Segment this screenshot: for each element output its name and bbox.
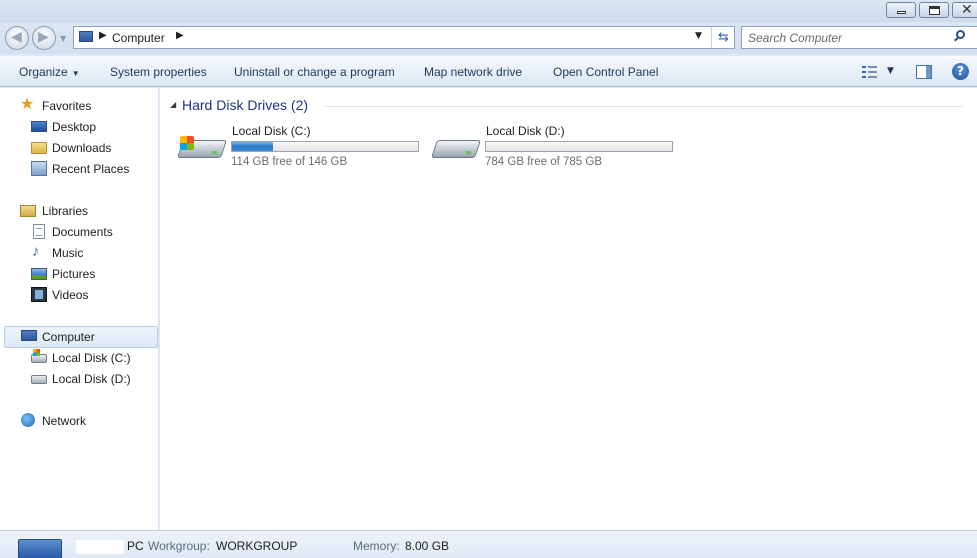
nav-pictures-label: Pictures bbox=[52, 267, 96, 281]
memory-value: 8.00 GB bbox=[405, 539, 450, 553]
title-bar: ✕ bbox=[0, 0, 977, 22]
music-icon: ♪ bbox=[32, 243, 40, 260]
nav-music-label: Music bbox=[52, 246, 84, 260]
downloads-icon bbox=[31, 142, 47, 154]
breadcrumb-computer[interactable]: Computer bbox=[112, 31, 165, 45]
nav-network[interactable]: Network bbox=[20, 411, 150, 431]
nav-desktop-label: Desktop bbox=[52, 120, 97, 134]
windows-system-drive-icon bbox=[177, 132, 227, 162]
breadcrumb-chevron-icon[interactable]: ▶ bbox=[176, 30, 184, 41]
windows-drive-icon bbox=[31, 349, 47, 363]
close-icon: ✕ bbox=[961, 2, 973, 18]
pictures-icon bbox=[31, 268, 47, 280]
nav-downloads-label: Downloads bbox=[52, 141, 112, 155]
nav-favorites-label: Favorites bbox=[42, 99, 92, 113]
details-pane: PC Workgroup: WORKGROUP Memory: 8.00 GB bbox=[0, 530, 977, 558]
nav-videos[interactable]: Videos bbox=[31, 285, 151, 305]
computer-name-suffix: PC bbox=[127, 539, 144, 553]
change-view-icon[interactable] bbox=[862, 66, 878, 78]
drive-free-space: 784 GB free of 785 GB bbox=[485, 156, 602, 168]
address-bar[interactable]: ▶ Computer ▶ ▼ ⇆ bbox=[73, 26, 735, 49]
drive-icon bbox=[31, 375, 47, 384]
minimize-button[interactable] bbox=[886, 2, 916, 18]
back-arrow-icon: ◀ bbox=[11, 29, 22, 45]
desktop-icon bbox=[31, 121, 47, 132]
nav-documents-label: Documents bbox=[52, 225, 113, 239]
videos-icon bbox=[31, 287, 47, 302]
network-icon bbox=[21, 413, 35, 427]
system-properties-button[interactable]: System properties bbox=[110, 65, 207, 79]
address-history-dropdown-icon[interactable]: ▼ bbox=[695, 31, 702, 41]
nav-pictures[interactable]: Pictures bbox=[31, 264, 151, 284]
nav-documents[interactable]: Documents bbox=[31, 222, 151, 242]
drive-name: Local Disk (C:) bbox=[232, 124, 311, 138]
minimize-icon bbox=[897, 11, 906, 14]
drive-usage-bar bbox=[231, 141, 419, 152]
nav-desktop[interactable]: Desktop bbox=[31, 117, 151, 137]
nav-videos-label: Videos bbox=[52, 288, 89, 302]
forward-button[interactable]: ▶ bbox=[32, 26, 56, 50]
libraries-icon bbox=[20, 205, 36, 217]
nav-recent-places[interactable]: Recent Places bbox=[31, 159, 151, 179]
refresh-icon: ⇆ bbox=[718, 30, 729, 45]
drive-free-space: 114 GB free of 146 GB bbox=[231, 156, 348, 168]
hard-drive-icon bbox=[431, 132, 481, 162]
nav-recent-places-label: Recent Places bbox=[52, 162, 130, 176]
drive-tile-d[interactable]: Local Disk (D:) 784 GB free of 785 GB bbox=[431, 120, 677, 170]
drive-name: Local Disk (D:) bbox=[486, 124, 565, 138]
close-button[interactable]: ✕ bbox=[952, 2, 977, 18]
group-header-hard-disk-drives[interactable]: Hard Disk Drives (2) bbox=[182, 97, 308, 113]
organize-label: Organize bbox=[19, 65, 68, 79]
refresh-button[interactable]: ⇆ bbox=[711, 27, 735, 48]
nav-local-disk-d-label: Local Disk (D:) bbox=[52, 372, 131, 386]
map-network-drive-button[interactable]: Map network drive bbox=[424, 65, 522, 79]
collapse-group-icon[interactable]: ◢ bbox=[170, 100, 176, 109]
star-icon: ★ bbox=[20, 96, 35, 113]
recent-places-icon bbox=[31, 161, 47, 176]
content-pane: ◢ Hard Disk Drives (2) Local Disk (C:) 1… bbox=[160, 88, 977, 530]
computer-icon bbox=[21, 330, 37, 341]
drive-usage-bar bbox=[485, 141, 673, 152]
workgroup-label: Workgroup: bbox=[148, 539, 210, 553]
nav-computer[interactable]: Computer bbox=[4, 326, 158, 348]
command-bar: Organize ▼ System properties Uninstall or… bbox=[0, 56, 977, 87]
workgroup-value: WORKGROUP bbox=[216, 539, 298, 553]
drive-tile-c[interactable]: Local Disk (C:) 114 GB free of 146 GB bbox=[177, 120, 423, 170]
breadcrumb-separator-icon[interactable]: ▶ bbox=[99, 30, 107, 41]
open-control-panel-button[interactable]: Open Control Panel bbox=[553, 65, 658, 79]
nav-downloads[interactable]: Downloads bbox=[31, 138, 151, 158]
uninstall-program-button[interactable]: Uninstall or change a program bbox=[234, 65, 395, 79]
forward-arrow-icon: ▶ bbox=[38, 29, 49, 45]
address-row: ◀ ▶ ▼ ▶ Computer ▶ ▼ ⇆ bbox=[0, 22, 977, 54]
nav-local-disk-c[interactable]: Local Disk (C:) bbox=[31, 348, 151, 368]
chevron-down-icon: ▼ bbox=[71, 69, 80, 78]
nav-local-disk-c-label: Local Disk (C:) bbox=[52, 351, 131, 365]
redacted-computer-name bbox=[76, 540, 124, 554]
nav-network-label: Network bbox=[42, 414, 87, 428]
nav-local-disk-d[interactable]: Local Disk (D:) bbox=[31, 369, 151, 389]
nav-libraries-label: Libraries bbox=[42, 204, 89, 218]
recent-pages-dropdown[interactable]: ▼ bbox=[60, 34, 66, 43]
nav-libraries[interactable]: Libraries bbox=[20, 201, 150, 221]
search-icon[interactable] bbox=[954, 30, 969, 44]
maximize-icon bbox=[929, 6, 940, 15]
computer-icon bbox=[79, 31, 93, 42]
nav-favorites[interactable]: ★ Favorites bbox=[20, 96, 150, 116]
organize-button[interactable]: Organize ▼ bbox=[19, 65, 80, 79]
help-icon[interactable]: ? bbox=[952, 63, 969, 80]
nav-music[interactable]: ♪ Music bbox=[31, 243, 151, 263]
memory-label: Memory: bbox=[353, 539, 400, 553]
preview-pane-icon[interactable] bbox=[916, 65, 932, 79]
search-box[interactable] bbox=[741, 26, 977, 49]
view-options-dropdown-icon[interactable]: ▼ bbox=[887, 66, 894, 76]
back-button[interactable]: ◀ bbox=[5, 26, 29, 50]
computer-icon bbox=[18, 539, 62, 558]
navigation-pane: ★ Favorites Desktop Downloads Recent Pla… bbox=[0, 88, 159, 530]
maximize-button[interactable] bbox=[919, 2, 949, 18]
drive-usage-fill bbox=[232, 142, 273, 151]
nav-computer-label: Computer bbox=[42, 330, 95, 344]
documents-icon bbox=[33, 224, 45, 239]
group-divider bbox=[323, 106, 963, 107]
search-input[interactable] bbox=[748, 30, 948, 45]
